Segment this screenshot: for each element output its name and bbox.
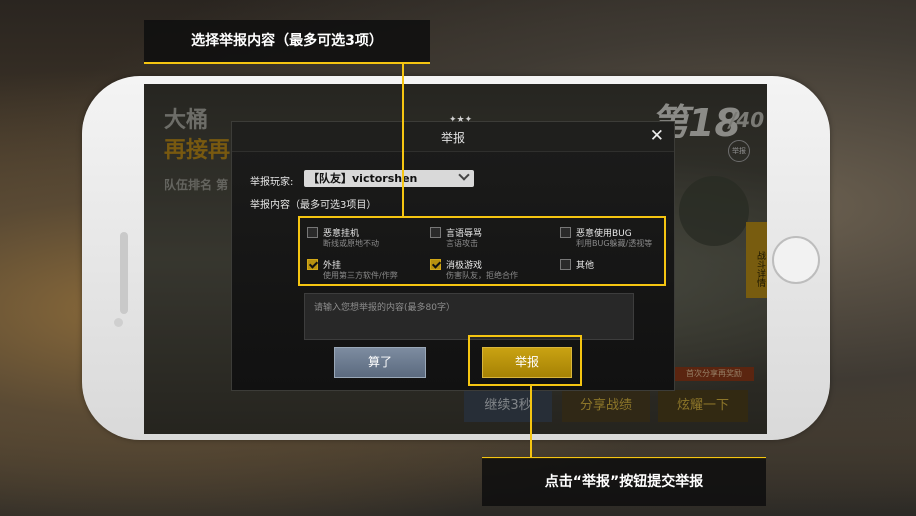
chevron-down-icon (458, 169, 470, 181)
ornament-icon: ✦★✦ (449, 115, 473, 125)
close-icon[interactable]: ✕ (650, 127, 664, 145)
player-label: 举报玩家: (250, 177, 294, 188)
options-highlight-box (298, 216, 666, 286)
dialog-header: ✦★✦ 举报 ✕ (232, 115, 674, 152)
home-button[interactable] (772, 236, 820, 284)
dialog-title: 举报 (440, 131, 465, 145)
player-value: 【队友】victorshen (308, 172, 418, 185)
report-detail-input[interactable]: 请输入您想举报的内容(最多80字） (304, 293, 634, 340)
callout-select-content: 选择举报内容（最多可选3项） (144, 20, 430, 62)
callout-top-connector (402, 62, 404, 216)
report-button-highlight-box (468, 335, 582, 386)
content-label: 举报内容（最多可选3项目） (250, 200, 377, 211)
player-select[interactable]: 【队友】victorshen (304, 169, 474, 187)
callout-click-report: 点击“举报”按钮提交举报 (482, 458, 766, 506)
callout-bottom-connector (530, 386, 532, 458)
phone-sensor-dot (114, 318, 123, 327)
callout-top-underline (144, 62, 430, 64)
cancel-button[interactable]: 算了 (334, 347, 426, 378)
phone-side-button (120, 232, 128, 314)
